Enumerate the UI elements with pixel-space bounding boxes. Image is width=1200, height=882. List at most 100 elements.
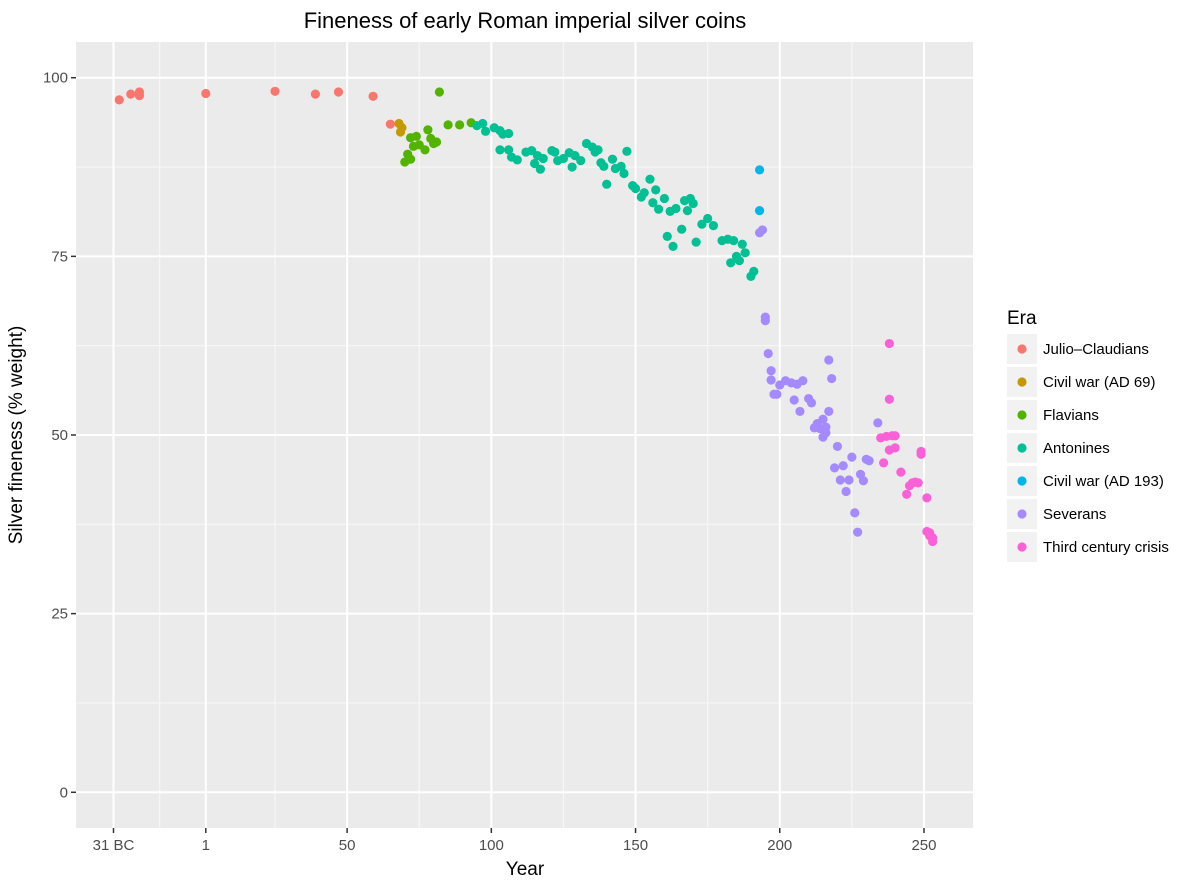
x-axis: 31 BC 1 50 100 150 200 250 (93, 828, 936, 854)
data-point (703, 213, 713, 224)
x-tick-label: 50 (339, 837, 356, 854)
data-point (619, 168, 629, 179)
legend-swatch (1017, 344, 1027, 354)
x-tick-label: 200 (767, 837, 792, 854)
data-point (737, 239, 747, 249)
data-point (884, 394, 894, 404)
x-tick-label: 250 (911, 837, 936, 854)
data-point (766, 375, 776, 385)
legend-swatch (1017, 509, 1027, 519)
data-point (890, 443, 900, 453)
data-point (645, 174, 655, 184)
data-point (431, 137, 442, 147)
data-point (878, 458, 889, 468)
data-point (550, 147, 560, 157)
x-axis-title: Year (506, 859, 545, 880)
data-point (423, 125, 433, 135)
data-point (760, 316, 770, 326)
data-point (455, 120, 465, 130)
data-point (896, 467, 906, 477)
data-point (411, 131, 421, 141)
data-point (512, 155, 522, 165)
data-point (754, 165, 765, 175)
y-tick-label: 0 (60, 784, 68, 801)
data-point (434, 87, 445, 97)
data-point (763, 348, 773, 359)
y-tick-label: 100 (43, 70, 68, 87)
data-point (270, 86, 280, 96)
data-point (835, 475, 845, 485)
data-point (841, 486, 851, 497)
data-point (847, 452, 857, 462)
chart-title: Fineness of early Roman imperial silver … (304, 8, 747, 33)
data-point (734, 256, 744, 266)
data-point (890, 431, 900, 441)
data-point (916, 446, 926, 457)
legend-label: Third century crisis (1043, 539, 1169, 556)
data-point (622, 146, 632, 156)
legend-item: Civil war (AD 193) (1007, 466, 1164, 496)
legend-swatch (1017, 476, 1027, 486)
data-point (126, 89, 136, 99)
data-point (400, 157, 410, 167)
data-point (922, 493, 932, 503)
data-point (668, 241, 678, 251)
data-point (789, 395, 799, 405)
data-point (567, 162, 577, 172)
data-point (671, 203, 681, 214)
legend-swatch (1017, 443, 1027, 453)
data-point (659, 193, 669, 204)
data-point (740, 248, 750, 258)
data-point (757, 225, 768, 235)
data-point (729, 236, 739, 246)
data-point (495, 145, 505, 155)
legend-item: Third century crisis (1007, 532, 1169, 562)
y-axis: 0 25 50 75 100 (43, 70, 76, 801)
scatter-chart: Fineness of early Roman imperial silver … (6, 8, 1169, 880)
y-tick-label: 25 (51, 606, 68, 623)
data-point (576, 156, 586, 166)
data-point (824, 406, 834, 417)
data-point (798, 376, 808, 386)
data-point (873, 418, 883, 428)
data-point (928, 536, 938, 547)
legend-swatch (1017, 377, 1027, 387)
legend-label: Flavians (1043, 407, 1099, 424)
data-point (480, 126, 491, 136)
data-point (766, 366, 776, 376)
legend-item: Severans (1007, 499, 1106, 529)
legend-item: Flavians (1007, 400, 1099, 430)
data-point (821, 422, 831, 432)
x-tick-label: 100 (479, 837, 504, 854)
data-point (677, 224, 687, 234)
y-axis-title: Silver fineness (% weight) (6, 326, 27, 545)
data-point (630, 183, 641, 194)
data-point (682, 206, 693, 216)
data-point (443, 120, 453, 130)
data-point (853, 527, 863, 537)
legend-swatch (1017, 410, 1027, 420)
data-point (395, 127, 406, 137)
data-point (829, 463, 840, 473)
data-point (708, 221, 719, 231)
data-point (538, 153, 548, 164)
data-point (114, 95, 124, 105)
data-point (651, 185, 661, 195)
data-point (749, 266, 759, 276)
legend-item: Julio–Claudians (1007, 334, 1149, 364)
data-point (864, 456, 874, 466)
data-point (688, 198, 698, 209)
data-point (832, 441, 843, 452)
data-point (602, 179, 612, 189)
data-point (827, 373, 837, 384)
data-point (420, 145, 430, 155)
data-point (902, 489, 912, 499)
legend-label: Antonines (1043, 440, 1110, 457)
legend-title: Era (1007, 308, 1037, 329)
data-point (818, 414, 828, 424)
data-point (806, 398, 817, 408)
x-tick-label: 1 (202, 837, 210, 854)
x-tick-label: 150 (623, 837, 648, 854)
legend-item: Civil war (AD 69) (1007, 367, 1156, 397)
data-point (913, 478, 923, 488)
